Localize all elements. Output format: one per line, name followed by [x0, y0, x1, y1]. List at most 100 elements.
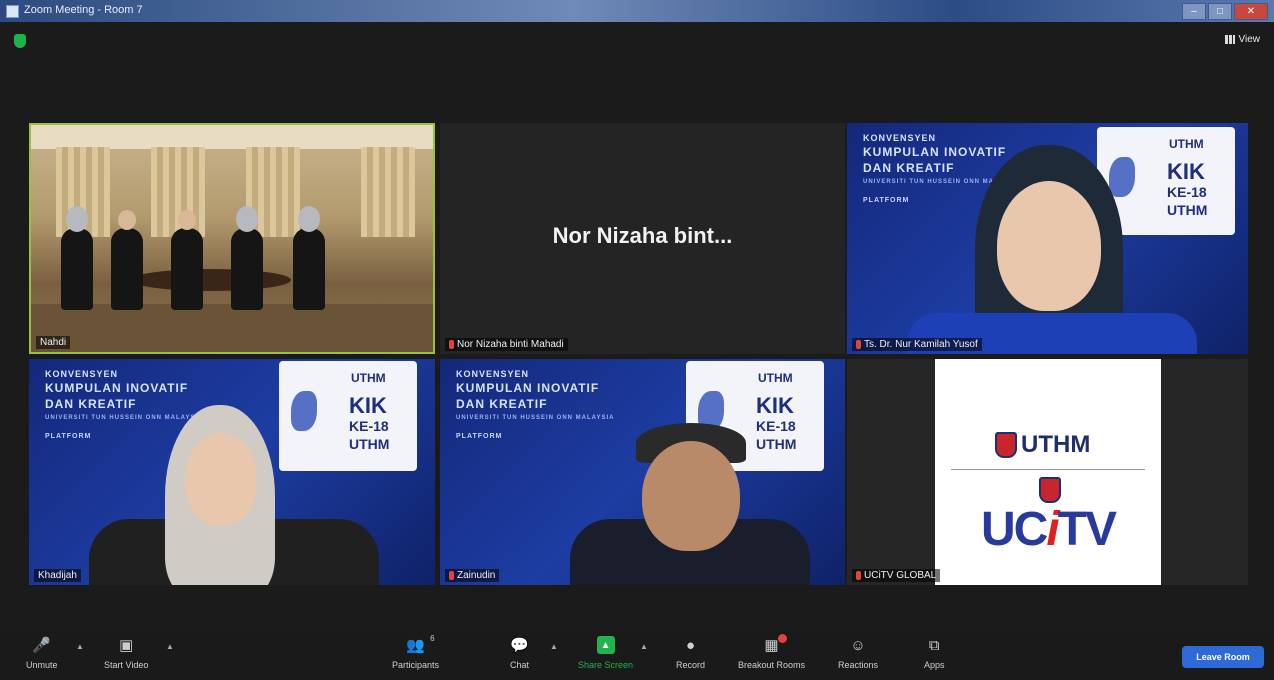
participants-label: Participants	[392, 660, 440, 670]
window-title-bar: Zoom Meeting - Room 7 – □ ✕	[0, 0, 1274, 22]
participants-count: 6	[430, 634, 435, 643]
uthm-logo-text: UTHM	[1169, 137, 1204, 151]
participants-icon: 👥 6	[406, 634, 435, 654]
meeting-table	[131, 269, 291, 291]
banner-text: KONVENSYEN	[456, 369, 530, 379]
banner-text: KUMPULAN INOVATIF	[863, 145, 1007, 159]
share-options-chevron-icon[interactable]: ▲	[640, 642, 648, 651]
banner-text: UNIVERSITI TUN HUSSEIN ONN MALAYSIA	[45, 415, 204, 421]
zoom-app-icon	[6, 5, 19, 18]
participant-figure	[231, 206, 263, 310]
video-options-chevron-icon[interactable]: ▲	[166, 642, 174, 651]
participant-figure	[61, 206, 93, 310]
record-icon: ●	[685, 636, 696, 654]
participant-figure	[111, 210, 143, 310]
meeting-toolbar: 🎤 Unmute ▲ ▣ Start Video ▲ 👥 6 Participan…	[0, 632, 1274, 680]
video-off-icon: ▣	[119, 637, 134, 654]
breakout-rooms-icon: ▦	[763, 634, 787, 654]
share-screen-icon: ▲	[596, 636, 615, 654]
video-tile-zainudin[interactable]: KONVENSYEN KUMPULAN INOVATIF DAN KREATIF…	[440, 359, 845, 585]
banner-text: KONVENSYEN	[863, 133, 937, 143]
maximize-icon[interactable]: □	[1208, 3, 1232, 20]
room-curtain	[361, 147, 415, 237]
reactions-label: Reactions	[838, 660, 879, 670]
share-screen-button[interactable]: ▲ Share Screen	[578, 636, 633, 670]
participant-face	[642, 441, 740, 551]
mic-muted-icon	[856, 571, 861, 580]
record-button[interactable]: ● Record	[676, 636, 705, 671]
mic-muted-icon	[856, 340, 861, 349]
kik-text: KIK	[756, 393, 794, 418]
banner-text: KUMPULAN INOVATIF	[45, 381, 189, 395]
mic-muted-icon	[449, 571, 454, 580]
participant-figure	[293, 206, 325, 310]
banner-text: PLATFORM	[45, 433, 92, 440]
security-shield-icon[interactable]	[14, 34, 26, 48]
banner-text: KUMPULAN INOVATIF	[456, 381, 600, 395]
mic-muted-icon	[449, 340, 454, 349]
video-tile-room[interactable]: Nahdi	[29, 123, 435, 354]
unmute-label: Unmute	[26, 660, 58, 670]
view-label: View	[1238, 34, 1261, 45]
participant-name-label: Nor Nizaha binti Mahadi	[445, 338, 568, 351]
uthm-logo: UTHM	[995, 431, 1090, 459]
close-icon[interactable]: ✕	[1234, 3, 1268, 20]
kik-text: KIK	[1167, 159, 1205, 184]
video-tile-kamilah[interactable]: KONVENSYEN KUMPULAN INOVATIF DAN KREATIF…	[847, 123, 1248, 354]
uthm-logo-text: UTHM	[351, 371, 386, 385]
kik-text: UTHM	[349, 436, 390, 452]
window-title: Zoom Meeting - Room 7	[24, 4, 143, 16]
kik-logo-card: UTHM KIK KE-18 UTHM	[279, 361, 417, 471]
share-screen-label: Share Screen	[578, 660, 634, 670]
participants-button[interactable]: 👥 6 Participants	[392, 634, 440, 670]
video-tile-khadijah[interactable]: KONVENSYEN KUMPULAN INOVATIF DAN KREATIF…	[29, 359, 435, 585]
divider	[951, 469, 1145, 470]
participant-face	[185, 433, 257, 525]
grid-view-icon	[1224, 35, 1235, 44]
uthm-crest-icon	[995, 432, 1017, 458]
banner-text: PLATFORM	[863, 197, 910, 204]
kik-text: KE-18	[756, 418, 796, 434]
video-tile-no-video[interactable]: Nor Nizaha bint... Nor Nizaha binti Maha…	[440, 123, 845, 354]
participant-display-name: Nor Nizaha bint...	[552, 223, 733, 248]
ucitv-logo-text: UCiTV	[980, 503, 1117, 556]
notification-badge	[777, 634, 787, 643]
participant-face	[997, 181, 1101, 311]
breakout-rooms-button[interactable]: ▦ Breakout Rooms	[738, 634, 805, 670]
participant-name-label: Ts. Dr. Nur Kamilah Yusof	[852, 338, 982, 351]
video-tile-ucitv[interactable]: UTHM UCiTV UCiTV GLOBAL	[847, 359, 1248, 585]
ucitv-logo-screen: UTHM UCiTV	[935, 359, 1161, 585]
view-button[interactable]: View	[1224, 34, 1261, 45]
meeting-area: View Nahdi Nor Nizaha bint... Nor Nizaha…	[0, 22, 1274, 632]
window-controls: – □ ✕	[1182, 3, 1268, 20]
participant-figure	[171, 210, 203, 310]
kik-text: UTHM	[1167, 202, 1208, 218]
banner-text: KONVENSYEN	[45, 369, 119, 379]
room-ceiling	[31, 125, 433, 149]
banner-text: UNIVERSITI TUN HUSSEIN ONN MALAYSIA	[456, 415, 615, 421]
kik-text: KE-18	[1167, 184, 1207, 200]
participant-name-label: Khadijah	[34, 569, 81, 582]
start-video-button[interactable]: ▣ Start Video	[104, 636, 148, 670]
uthm-logo-text: UTHM	[758, 371, 793, 385]
unmute-button[interactable]: 🎤 Unmute	[26, 636, 58, 670]
swirl-graphic	[291, 391, 317, 431]
reactions-icon: ☺	[850, 636, 866, 654]
chat-icon: 💬	[510, 637, 529, 654]
minimize-icon[interactable]: –	[1182, 3, 1206, 20]
leave-room-button[interactable]: Leave Room	[1182, 646, 1264, 668]
apps-label: Apps	[924, 660, 945, 670]
reactions-button[interactable]: ☺ Reactions	[838, 636, 879, 671]
swirl-graphic	[1109, 157, 1135, 197]
banner-text: DAN KREATIF	[45, 397, 137, 411]
chat-options-chevron-icon[interactable]: ▲	[550, 642, 558, 651]
audio-options-chevron-icon[interactable]: ▲	[76, 642, 84, 651]
chat-label: Chat	[510, 660, 530, 670]
chat-button[interactable]: 💬 Chat	[510, 636, 529, 670]
apps-button[interactable]: ⧉ Apps	[924, 636, 945, 671]
banner-text: DAN KREATIF	[456, 397, 548, 411]
apps-icon: ⧉	[928, 636, 940, 654]
kik-text: UTHM	[756, 436, 797, 452]
participant-name-label: Zainudin	[445, 569, 500, 582]
banner-text: DAN KREATIF	[863, 161, 955, 175]
